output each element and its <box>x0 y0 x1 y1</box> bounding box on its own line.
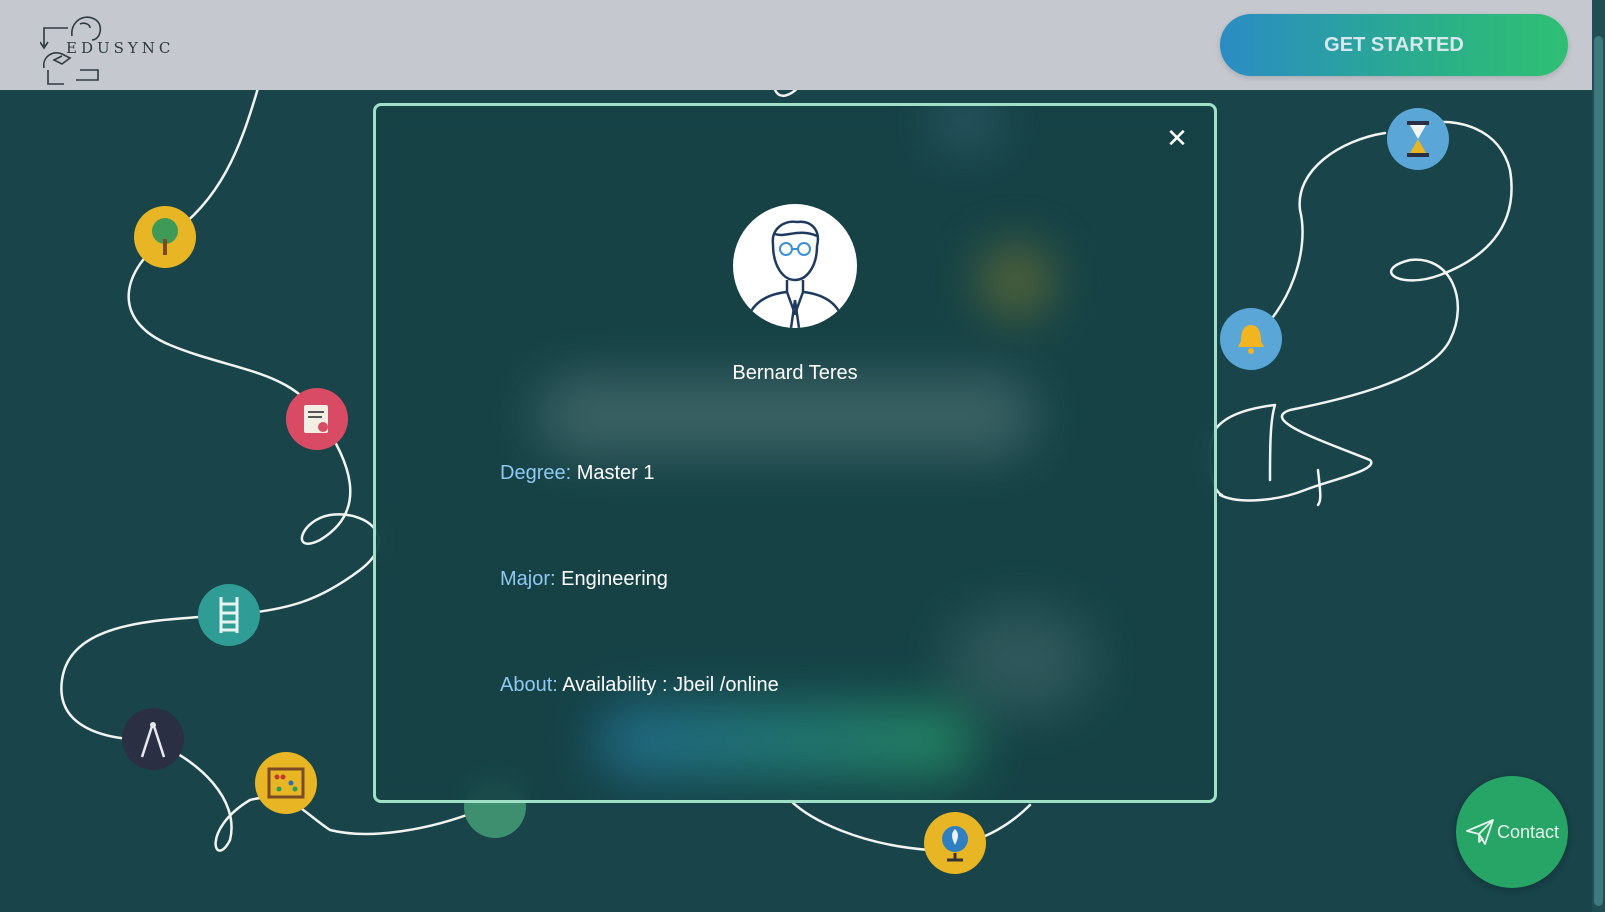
compass-icon <box>122 708 184 770</box>
person-with-glasses-avatar <box>745 220 845 328</box>
contact-button[interactable]: Contact <box>1456 776 1568 888</box>
abacus-icon <box>255 752 317 814</box>
blurred-background-shape <box>536 376 1036 456</box>
blurred-background-shape <box>981 246 1051 316</box>
about-row: About: Availability : Jbeil /online <box>500 674 779 697</box>
degree-row: Degree: Master 1 <box>500 462 655 485</box>
close-icon: ✕ <box>1166 124 1188 154</box>
degree-label: Degree: <box>500 462 572 484</box>
paper-plane-icon <box>1466 819 1494 845</box>
edusync-logo[interactable]: EDUSYNC <box>40 12 180 90</box>
degree-value: Master 1 <box>576 462 655 484</box>
certificate-icon <box>286 388 348 450</box>
major-value: Engineering <box>561 568 668 590</box>
hourglass-icon <box>1387 108 1449 170</box>
tree-icon <box>134 206 196 268</box>
profile-name: Bernard Teres <box>732 362 858 384</box>
globe-icon <box>924 812 986 874</box>
brand-name: EDUSYNC <box>66 39 175 57</box>
close-button[interactable]: ✕ <box>1162 124 1192 154</box>
scrollbar-thumb[interactable] <box>1594 36 1603 906</box>
contact-label: Contact <box>1496 821 1560 842</box>
major-label: Major: <box>500 568 556 590</box>
top-header: EDUSYNC GET STARTED <box>0 0 1592 90</box>
blurred-background-shape <box>946 606 1096 716</box>
get-started-button[interactable]: GET STARTED <box>1220 14 1568 76</box>
profile-modal: ✕ Bernard Teres Degree: Master 1 Major: … <box>373 103 1217 803</box>
ladder-icon <box>198 584 260 646</box>
profile-avatar <box>733 204 857 328</box>
about-value: Availability : Jbeil /online <box>562 674 779 696</box>
major-row: Major: Engineering <box>500 568 668 591</box>
about-label: About: <box>500 674 558 696</box>
blurred-background-shape <box>596 706 976 776</box>
scrollbar[interactable] <box>1592 0 1605 912</box>
blurred-background-shape <box>936 106 996 146</box>
bell-icon <box>1220 308 1282 370</box>
